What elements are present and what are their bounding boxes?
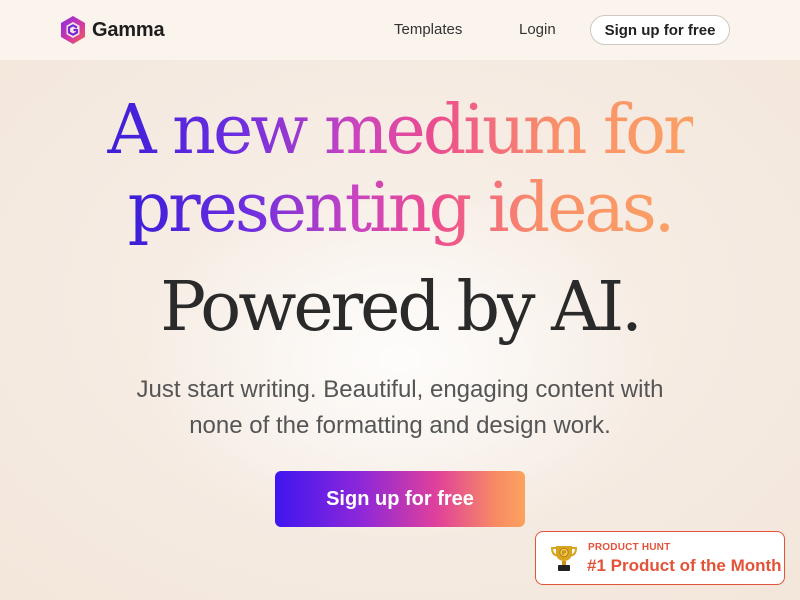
hero-tagline: Powered by AI. xyxy=(160,268,642,347)
subtext-line-2: none of the formatting and design work. xyxy=(189,412,611,439)
subtext-line-1: Just start writing. Beautiful, engaging … xyxy=(136,376,664,403)
headline-line-2: presenting ideas. xyxy=(127,169,676,248)
nav-login-link[interactable]: Login xyxy=(519,21,556,38)
hero-signup-button[interactable]: Sign up for free xyxy=(275,471,525,527)
headline-line-1: A new medium for xyxy=(107,91,695,170)
top-nav-bar: Gamma Templates Login Sign up for free xyxy=(0,0,800,60)
svg-text:P: P xyxy=(562,550,567,557)
product-hunt-label: PRODUCT HUNT xyxy=(588,542,671,553)
trophy-icon: P xyxy=(550,546,578,571)
gamma-logo-icon xyxy=(61,16,85,44)
product-hunt-title: #1 Product of the Month xyxy=(587,556,782,575)
logo-wordmark: Gamma xyxy=(92,18,165,41)
product-hunt-badge[interactable]: P PRODUCT HUNT #1 Product of the Month xyxy=(535,531,785,585)
hero-headline: A new medium for presenting ideas. xyxy=(0,92,800,248)
nav-signup-button[interactable]: Sign up for free xyxy=(590,15,730,45)
gamma-logo[interactable]: Gamma xyxy=(60,15,165,45)
nav-templates-link[interactable]: Templates xyxy=(394,21,462,38)
hero-subtext: Just start writing. Beautiful, engaging … xyxy=(100,372,700,444)
